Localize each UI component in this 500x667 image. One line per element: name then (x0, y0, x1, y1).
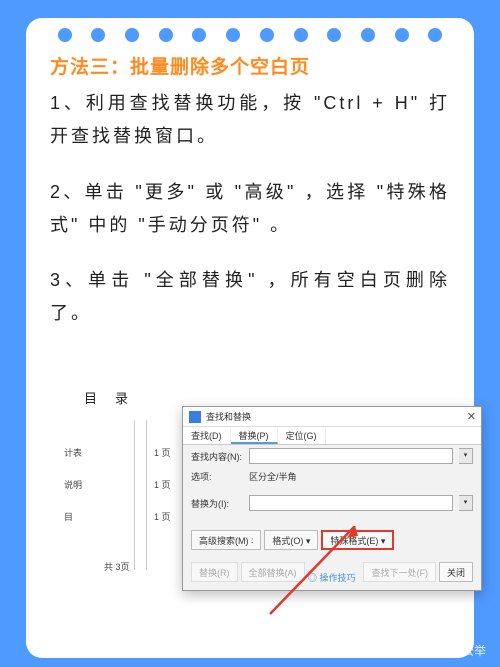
options-label: 选项: (191, 470, 243, 483)
toc-label: 目 (64, 510, 73, 523)
format-button[interactable]: 格式(O) ▾ (264, 530, 318, 550)
replace-input[interactable] (249, 495, 453, 511)
toc-page: 1 页 (154, 446, 171, 459)
watermark: ✿ @通讯信息小公举 (376, 642, 486, 659)
tips-link[interactable]: ◎ 操作技巧 (308, 571, 356, 584)
replace-label: 替换为(I): (191, 497, 243, 510)
vertical-rule (134, 420, 135, 570)
chevron-down-icon[interactable]: ▾ (459, 495, 473, 511)
doc-heading: 目录 (84, 388, 454, 407)
vertical-rule (146, 420, 147, 570)
close-button[interactable]: 关闭 (439, 562, 473, 582)
find-next-button[interactable]: 查找下一处(F) (363, 562, 436, 582)
advanced-search-button[interactable]: 高级搜索(M) ∶ (191, 530, 261, 550)
toc-label: 计表 (64, 446, 82, 459)
app-icon (189, 411, 201, 423)
close-icon[interactable]: ✕ (467, 410, 476, 423)
toc-total: 共 3页 (104, 560, 130, 573)
paw-icon: ✿ (376, 644, 386, 658)
replace-button[interactable]: 替换(R) (191, 562, 238, 582)
options-value: 区分全/半角 (249, 470, 297, 483)
step-1: 1、利用查找替换功能，按 "Ctrl + H" 打开查找替换窗口。 (50, 87, 450, 154)
find-input[interactable] (249, 448, 453, 464)
step-3: 3、单击 "全部替换" ，所有空白页删除了。 (50, 264, 450, 331)
toc-page: 1 页 (154, 478, 171, 491)
watermark-text: @通讯信息小公举 (390, 642, 486, 659)
dialog-tabs: 查找(D) 替换(P) 定位(G) (183, 427, 481, 445)
dialog-titlebar: 查找和替换 ✕ (183, 407, 481, 427)
step-2: 2、单击 "更多" 或 "高级" ，选择 "特殊格式" 中的 "手动分页符" 。 (50, 176, 450, 243)
find-replace-dialog: 查找和替换 ✕ 查找(D) 替换(P) 定位(G) 查找内容(N): ▾ 选项:… (182, 406, 482, 591)
chevron-down-icon[interactable]: ▾ (459, 448, 473, 464)
note-paper: 方法三：批量删除多个空白页 1、利用查找替换功能，按 "Ctrl + H" 打开… (26, 18, 474, 658)
binder-holes (26, 28, 474, 42)
find-label: 查找内容(N): (191, 450, 243, 463)
tab-goto[interactable]: 定位(G) (278, 427, 326, 444)
tab-find[interactable]: 查找(D) (183, 427, 231, 444)
dialog-title-text: 查找和替换 (206, 410, 251, 423)
method-title: 方法三：批量删除多个空白页 (50, 52, 450, 79)
embedded-screenshot: 目录 计表 1 页 说明 1 页 目 1 页 共 3页 查找和替换 ✕ 查找(D… (64, 388, 454, 613)
toc-page: 1 页 (154, 510, 171, 523)
tab-replace[interactable]: 替换(P) (231, 427, 278, 444)
replace-all-button[interactable]: 全部替换(A) (241, 562, 305, 582)
special-format-button[interactable]: 特殊格式(E) ▾ (321, 530, 394, 550)
toc-label: 说明 (64, 478, 82, 491)
